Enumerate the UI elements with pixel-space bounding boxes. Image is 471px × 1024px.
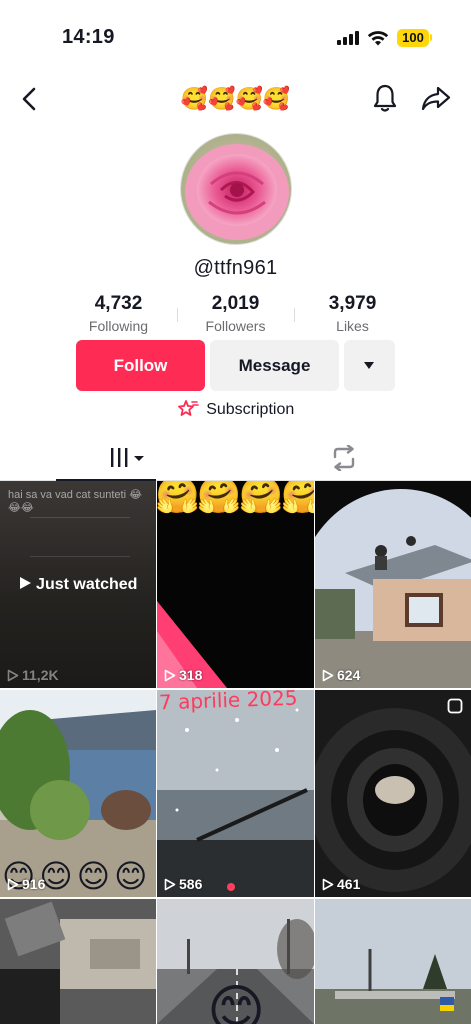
profile-avatar[interactable]: [180, 133, 292, 245]
view-count-value: 624: [337, 667, 361, 683]
view-count: 586: [164, 876, 202, 892]
follow-button[interactable]: Follow: [76, 340, 205, 391]
view-count-value: 318: [179, 667, 203, 683]
stat-likes-label: Likes: [336, 318, 369, 334]
subscription-star-icon: [177, 400, 199, 416]
video-thumbnail[interactable]: [315, 899, 471, 1024]
subscription-label: Subscription: [206, 401, 295, 418]
subscription-link[interactable]: Subscription: [0, 399, 471, 421]
rose-avatar-image: [181, 134, 291, 244]
village-scene-image: [315, 899, 471, 1024]
battery-tip: [430, 34, 432, 41]
tire-image: [315, 690, 471, 897]
stat-followers-label: Followers: [205, 318, 266, 334]
share-icon[interactable]: [420, 83, 452, 113]
video-thumbnail[interactable]: 624: [315, 481, 471, 688]
play-outline-icon: [164, 878, 176, 890]
profile-username: @ttfn961: [193, 257, 278, 279]
just-watched-label: Just watched: [36, 576, 138, 593]
dropdown-arrow-icon: [364, 362, 374, 369]
video-thumbnail[interactable]: 461: [315, 690, 471, 897]
video-caption: hai sa va vad cat sunteti 😂😂😂: [8, 489, 142, 514]
notification-bell-icon[interactable]: [370, 82, 400, 114]
snowy-windshield-image: [157, 690, 314, 897]
paper-document-background: [30, 517, 130, 557]
play-icon: [19, 577, 31, 589]
view-count: 461: [322, 876, 360, 892]
stat-followers[interactable]: 2,019 Followers: [177, 292, 294, 336]
stat-followers-value: 2,019: [211, 293, 260, 314]
profile-nickname-title: 🥰🥰🥰🥰: [180, 86, 291, 111]
stat-likes-value: 3,979: [328, 293, 377, 314]
profile-actions: Follow Message: [76, 340, 395, 391]
stat-following-value: 4,732: [94, 293, 143, 314]
stat-following-label: Following: [88, 318, 149, 334]
video-thumbnail[interactable]: 🤗🤗🤗🤗 318: [157, 481, 314, 688]
status-time: 14:19: [62, 26, 115, 48]
tab-videos[interactable]: [56, 436, 156, 481]
view-count: 318: [164, 667, 202, 683]
view-count-value: 461: [337, 876, 361, 892]
tab-reposts[interactable]: [314, 436, 374, 480]
battery-indicator: 100: [397, 29, 429, 47]
status-bar: 14:19 100: [0, 0, 471, 70]
view-count-value: 586: [179, 876, 203, 892]
view-count: 11,2K: [7, 667, 59, 683]
appliances-image: [0, 899, 156, 1024]
view-count-value: 11,2K: [22, 667, 59, 683]
video-thumbnail[interactable]: [0, 899, 156, 1024]
grid-view-icon: [111, 448, 144, 467]
video-thumbnail[interactable]: hai sa va vad cat sunteti 😂😂😂 Just watch…: [0, 481, 156, 688]
view-count-value: 916: [22, 876, 46, 892]
view-count: 624: [322, 667, 360, 683]
more-options-button[interactable]: [344, 340, 395, 391]
video-emoji-overlay: 🤗🤗🤗🤗: [157, 481, 314, 515]
profile-stats: 4,732 Following 2,019 Followers 3,979 Li…: [60, 292, 411, 336]
video-thumbnail[interactable]: 7 aprilie 2025 586: [157, 690, 314, 897]
wifi-icon: [367, 31, 389, 46]
just-watched-overlay: Just watched: [0, 576, 156, 594]
top-nav: 🥰🥰🥰🥰: [0, 78, 471, 120]
content-tabs: [0, 436, 471, 481]
play-outline-icon: [7, 878, 19, 890]
play-outline-icon: [7, 669, 19, 681]
video-thumbnail[interactable]: 😊😊😊😊 916: [0, 690, 156, 897]
view-count: 916: [7, 876, 45, 892]
message-button[interactable]: Message: [210, 340, 339, 391]
video-thumbnail[interactable]: 😊: [157, 899, 314, 1024]
stat-following[interactable]: 4,732 Following: [60, 292, 177, 336]
house-roof-scene-image: [315, 481, 471, 688]
play-outline-icon: [164, 669, 176, 681]
multi-photo-icon: [447, 698, 463, 714]
repost-icon: [333, 445, 355, 471]
stat-likes[interactable]: 3,979 Likes: [294, 292, 411, 336]
play-outline-icon: [322, 878, 334, 890]
video-grid: hai sa va vad cat sunteti 😂😂😂 Just watch…: [0, 481, 471, 1024]
video-emoji-overlay: 😊: [207, 979, 266, 1024]
cellular-signal-icon: [337, 30, 359, 45]
play-outline-icon: [322, 669, 334, 681]
